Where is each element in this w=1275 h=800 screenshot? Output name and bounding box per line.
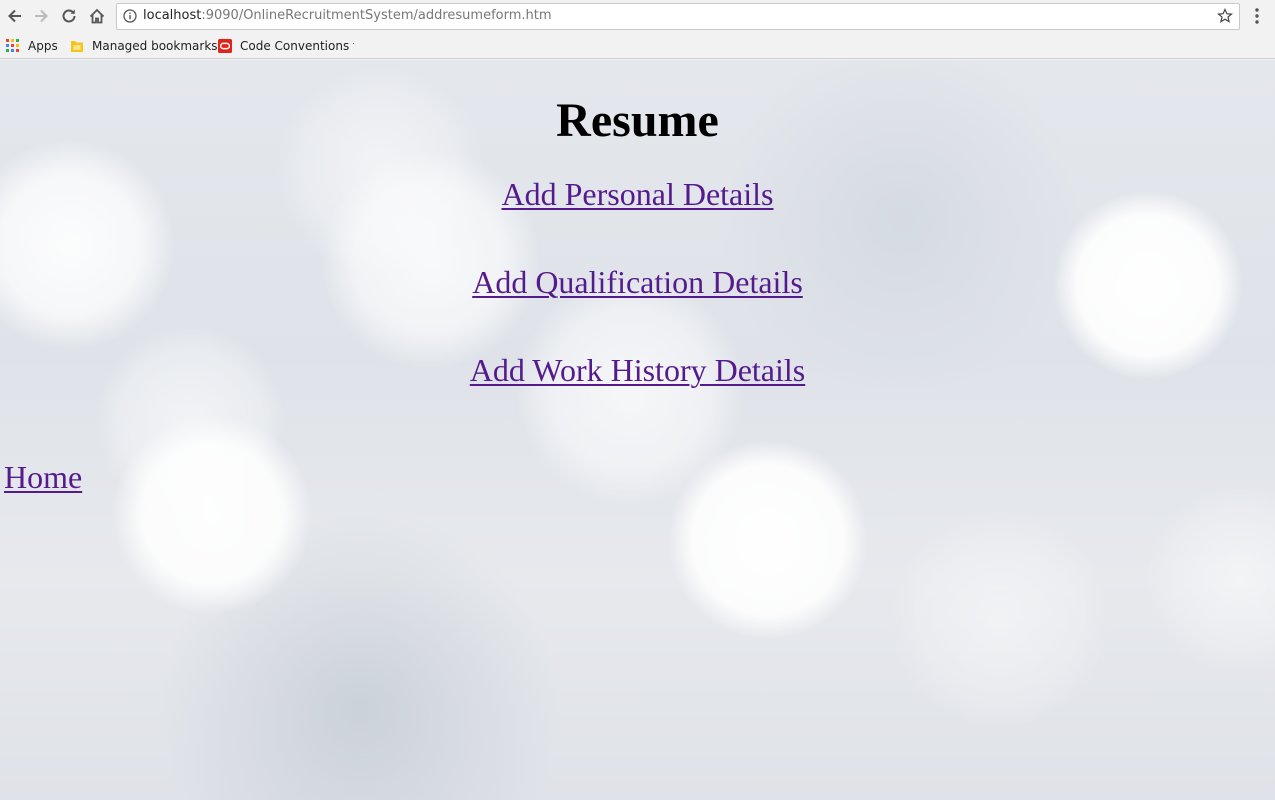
info-icon[interactable] [123,9,137,23]
folder-icon [71,41,83,52]
back-button[interactable] [4,5,26,27]
page-viewport: Resume Add Personal Details Add Qualific… [0,60,1275,800]
back-arrow-icon [8,9,21,23]
personal-details-row: Add Personal Details [0,176,1275,212]
url-host: localhost [143,8,202,23]
address-bar[interactable]: localhost:9090/OnlineRecruitmentSystem/a… [116,3,1240,30]
bookmark-code-conventions[interactable]: Code Conventions fo [218,37,354,55]
home-row: Home [4,459,82,495]
bookmark-managed[interactable]: Managed bookmarks [70,37,218,55]
forward-arrow-icon [35,9,48,23]
add-qualification-details-link[interactable]: Add Qualification Details [472,264,803,300]
forward-button[interactable] [30,5,52,27]
add-work-history-details-link[interactable]: Add Work History Details [470,352,805,388]
oracle-icon [218,39,232,53]
page-title: Resume [556,94,719,147]
bookmark-label: Managed bookmarks [92,39,218,53]
work-history-details-row: Add Work History Details [0,352,1275,388]
bookmark-label: Apps [28,39,58,53]
qualification-details-row: Add Qualification Details [0,264,1275,300]
url-path: :9090/OnlineRecruitmentSystem/addresumef… [201,8,552,23]
add-personal-details-link[interactable]: Add Personal Details [502,176,774,212]
home-icon [89,8,105,24]
reload-icon [62,9,76,23]
reload-button[interactable] [58,5,80,27]
bookmark-star-icon[interactable] [1217,8,1233,24]
bookmark-label: Code Conventions fo [240,39,354,53]
bookmarks-bar: Apps Managed bookmarks Code Conventions … [0,33,1275,59]
kebab-menu-icon[interactable] [1250,6,1264,26]
url-text: localhost:9090/OnlineRecruitmentSystem/a… [143,8,552,23]
browser-toolbar: localhost:9090/OnlineRecruitmentSystem/a… [0,0,1275,33]
home-browser-button[interactable] [86,5,108,27]
home-link[interactable]: Home [4,459,82,495]
bookmark-apps[interactable]: Apps [6,37,58,55]
apps-grid-icon [6,39,19,52]
